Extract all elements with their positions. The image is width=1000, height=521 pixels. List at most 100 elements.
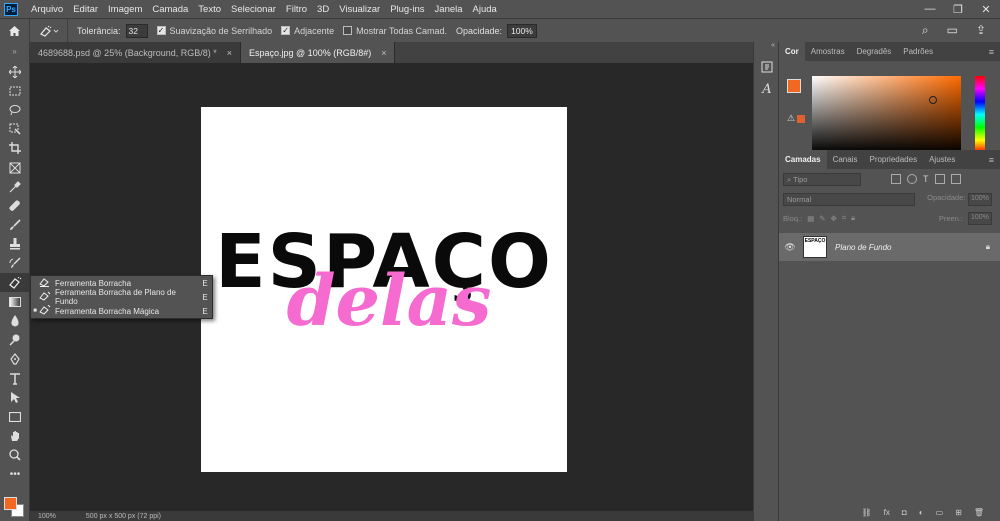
delete-layer-icon[interactable]: 🗑︎: [974, 508, 984, 517]
workspace-icon[interactable]: ▭: [947, 23, 958, 38]
close-tab-icon[interactable]: ×: [227, 48, 232, 58]
new-group-icon[interactable]: ▭: [936, 508, 944, 517]
antialias-checkbox[interactable]: ✓ Suavização de Serrilhado: [156, 26, 272, 36]
menu-plugins[interactable]: Plug-ins: [385, 4, 429, 15]
tolerance-input[interactable]: 32: [125, 23, 148, 38]
opacity-select[interactable]: 100%: [507, 23, 538, 38]
share-icon[interactable]: ⇪: [976, 23, 986, 38]
lock-position-icon[interactable]: ✥: [831, 214, 837, 223]
healing-brush-tool[interactable]: [0, 196, 30, 215]
tab-document-psd[interactable]: 4689688.psd @ 25% (Background, RGB/8) * …: [30, 42, 242, 63]
crop-tool[interactable]: [0, 139, 30, 158]
filter-pixel-icon[interactable]: [891, 174, 901, 184]
layer-search-input[interactable]: ⌕ Tipo: [783, 172, 861, 186]
lock-image-icon[interactable]: ✎: [819, 214, 825, 223]
flyout-item-magic-eraser[interactable]: ■ Ferramenta Borracha Mágica E: [31, 304, 212, 318]
shape-tool[interactable]: [0, 407, 30, 426]
menu-filtro[interactable]: Filtro: [281, 4, 312, 15]
menu-visualizar[interactable]: Visualizar: [334, 4, 385, 15]
close-button[interactable]: ✕: [972, 3, 1000, 16]
eraser-tool[interactable]: [0, 273, 30, 293]
pen-tool[interactable]: [0, 350, 30, 369]
hand-tool[interactable]: [0, 427, 30, 446]
lock-all-icon[interactable]: 🔒︎: [851, 213, 855, 223]
hue-slider[interactable]: [975, 76, 985, 153]
history-brush-tool[interactable]: [0, 254, 30, 273]
panel-menu-icon[interactable]: ≡: [989, 47, 1000, 57]
sample-all-checkbox[interactable]: Mostrar Todas Camad.: [343, 26, 447, 36]
panel-menu-icon[interactable]: ≡: [989, 155, 1000, 165]
document-canvas[interactable]: ESPAÇO delas: [201, 107, 567, 472]
gamut-color-swatch[interactable]: [797, 115, 805, 123]
fx-icon[interactable]: fx: [884, 508, 890, 517]
lasso-tool[interactable]: [0, 100, 30, 119]
color-picker-handle[interactable]: [929, 96, 937, 104]
home-button[interactable]: [0, 18, 30, 43]
lock-artboard-icon[interactable]: ⌗: [842, 213, 846, 223]
menu-arquivo[interactable]: Arquivo: [26, 4, 68, 15]
frame-tool[interactable]: [0, 158, 30, 177]
maximize-button[interactable]: ❐: [944, 3, 972, 16]
dodge-tool[interactable]: [0, 331, 30, 350]
foreground-color-swatch[interactable]: [4, 497, 17, 510]
gradient-tool[interactable]: [0, 292, 30, 311]
zoom-level[interactable]: 100%: [38, 513, 56, 520]
tab-canais[interactable]: Canais: [827, 150, 864, 169]
menu-imagem[interactable]: Imagem: [103, 4, 147, 15]
marquee-tool[interactable]: [0, 81, 30, 100]
collapse-icon[interactable]: «: [754, 42, 778, 56]
menu-ajuda[interactable]: Ajuda: [468, 4, 502, 15]
flyout-item-background-eraser[interactable]: Ferramenta Borracha de Plano de Fundo E: [31, 288, 212, 306]
tab-amostras[interactable]: Amostras: [805, 42, 851, 61]
lock-transparency-icon[interactable]: ▦: [807, 214, 814, 223]
close-tab-icon[interactable]: ×: [381, 48, 386, 58]
layer-lock-icon[interactable]: 🔒︎: [986, 242, 990, 252]
menu-selecionar[interactable]: Selecionar: [226, 4, 281, 15]
move-tool[interactable]: [0, 62, 30, 81]
menu-3d[interactable]: 3D: [312, 4, 334, 15]
zoom-tool[interactable]: [0, 446, 30, 465]
search-icon[interactable]: ⌕: [922, 23, 929, 38]
fill-input[interactable]: 100%: [968, 211, 992, 225]
tab-ajustes[interactable]: Ajustes: [923, 150, 961, 169]
filter-adjustment-icon[interactable]: [907, 174, 917, 184]
gamut-warning-icon[interactable]: ⚠: [787, 113, 795, 124]
tab-degrades[interactable]: Degradês: [851, 42, 898, 61]
path-selection-tool[interactable]: [0, 388, 30, 407]
filter-smart-object-icon[interactable]: [950, 174, 961, 184]
tab-cor[interactable]: Cor: [779, 42, 805, 61]
menu-janela[interactable]: Janela: [430, 4, 468, 15]
blur-tool[interactable]: [0, 311, 30, 330]
visibility-eye-icon[interactable]: 👁︎: [779, 242, 801, 253]
adjustment-layer-icon[interactable]: ◐: [919, 508, 924, 517]
saturation-value-field[interactable]: [812, 76, 961, 153]
history-panel-button[interactable]: [754, 56, 780, 78]
tab-padroes[interactable]: Padrões: [897, 42, 939, 61]
filter-type-icon[interactable]: T: [923, 174, 929, 184]
object-selection-tool[interactable]: [0, 120, 30, 139]
toolbar-collapse-icon[interactable]: »: [0, 42, 29, 62]
link-layers-icon[interactable]: ⛓: [862, 508, 872, 517]
tab-propriedades[interactable]: Propriedades: [863, 150, 923, 169]
menu-editar[interactable]: Editar: [68, 4, 103, 15]
adjacent-checkbox[interactable]: ✓ Adjacente: [281, 26, 334, 36]
menu-camada[interactable]: Camada: [147, 4, 193, 15]
clone-stamp-tool[interactable]: [0, 235, 30, 254]
menu-texto[interactable]: Texto: [193, 4, 226, 15]
tab-document-espaco[interactable]: Espaço.jpg @ 100% (RGB/8#) ×: [241, 42, 396, 63]
eyedropper-tool[interactable]: [0, 177, 30, 196]
character-panel-button[interactable]: A: [754, 78, 780, 100]
tab-camadas[interactable]: Camadas: [779, 150, 827, 169]
brush-tool[interactable]: [0, 216, 30, 235]
add-mask-icon[interactable]: ◘: [902, 508, 907, 517]
filter-shape-icon[interactable]: [934, 174, 945, 184]
foreground-color-swatch[interactable]: [787, 79, 801, 93]
layer-opacity-input[interactable]: 100%: [968, 193, 992, 206]
edit-toolbar-button[interactable]: •••: [0, 465, 30, 484]
new-layer-icon[interactable]: ⊞: [955, 508, 962, 517]
type-tool[interactable]: [0, 369, 30, 388]
blend-mode-select[interactable]: Normal: [783, 192, 915, 206]
tool-preset-picker[interactable]: [30, 18, 68, 43]
layer-row[interactable]: 👁︎ ESPAÇO Plano de Fundo 🔒︎: [779, 233, 1000, 261]
minimize-button[interactable]: —: [916, 3, 944, 16]
